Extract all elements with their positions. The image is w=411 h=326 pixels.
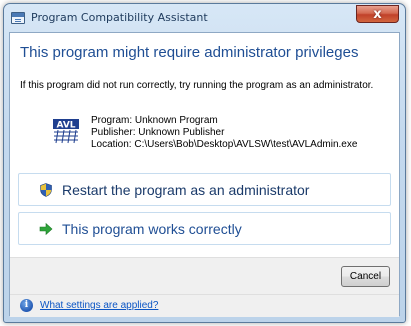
help-link-bar: i What settings are applied? (10, 294, 399, 317)
restart-as-admin-button[interactable]: Restart the program as an administrator (18, 173, 391, 206)
main-heading: This program might require administrator… (20, 44, 359, 61)
program-publisher: Publisher: Unknown Publisher (91, 127, 225, 138)
program-location: Location: C:\Users\Bob\Desktop\AVLSW\tes… (91, 139, 358, 150)
app-window-icon (11, 12, 25, 24)
info-icon: i (20, 299, 33, 312)
program-works-correctly-button[interactable]: This program works correctly (18, 212, 391, 245)
close-icon: x (373, 6, 382, 22)
program-info: Program: Unknown Program Publisher: Unkn… (91, 115, 357, 151)
avl-program-icon: AVL (53, 119, 79, 144)
cancel-button[interactable]: Cancel (341, 266, 390, 287)
window-title: Program Compatibility Assistant (31, 11, 208, 24)
program-name: Program: Unknown Program (91, 115, 218, 126)
dialog-window: Program Compatibility Assistant x This p… (3, 3, 406, 323)
title-bar[interactable]: Program Compatibility Assistant x (4, 4, 405, 32)
close-button[interactable]: x (356, 5, 399, 23)
restart-as-admin-label: Restart the program as an administrator (62, 181, 310, 198)
dialog-content: This program might require administrator… (9, 32, 400, 317)
button-bar: Cancel (10, 257, 399, 294)
shield-icon (39, 182, 53, 197)
description-text: If this program did not run correctly, t… (20, 80, 374, 91)
what-settings-applied-link[interactable]: What settings are applied? (40, 300, 158, 311)
avl-logo-text: AVL (56, 121, 75, 131)
program-works-correctly-label: This program works correctly (62, 220, 242, 237)
green-arrow-icon (39, 222, 53, 236)
